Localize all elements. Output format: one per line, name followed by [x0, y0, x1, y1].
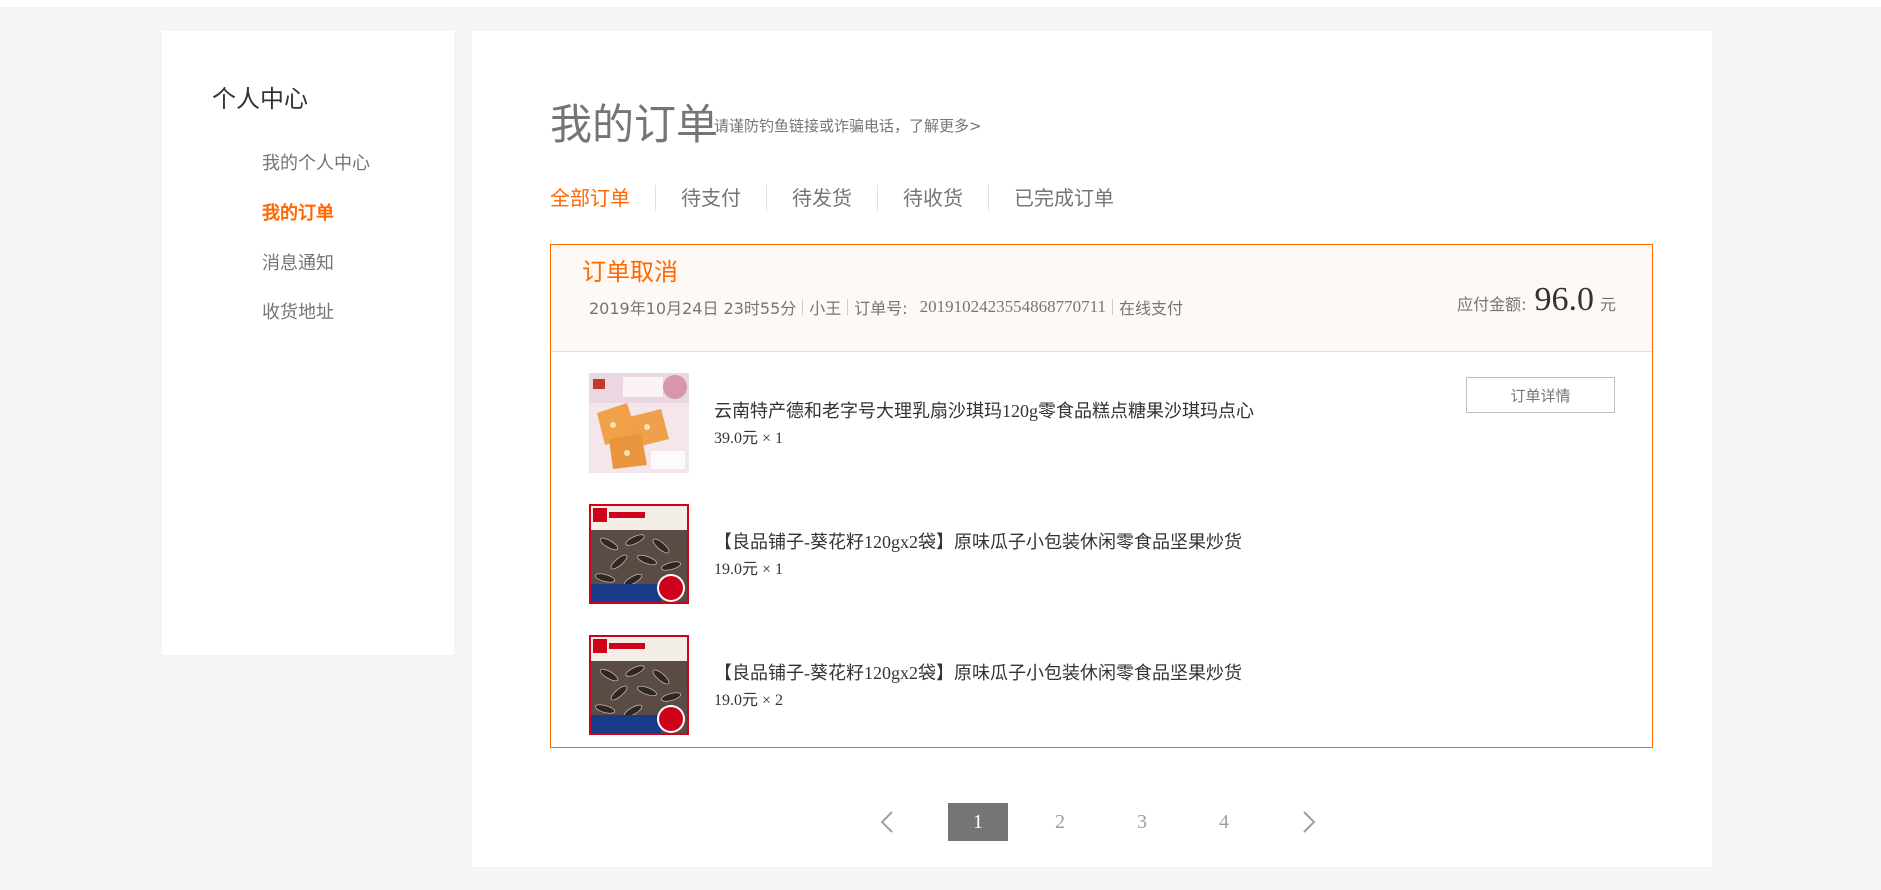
order-header: 订单取消 2019年10月24日 23时55分 小王 订单号: 20191024…: [551, 245, 1652, 352]
item-name[interactable]: 【良品铺子-葵花籽120gx2袋】原味瓜子小包装休闲零食品坚果炒货: [714, 528, 1242, 554]
amount-value: 96.0: [1534, 281, 1594, 318]
order-date: 2019年10月24日 23时55分: [589, 299, 797, 318]
item-price: 19.0元 × 2: [714, 692, 784, 709]
chevron-left-icon[interactable]: [872, 803, 902, 841]
sunflower-seeds-thumb[interactable]: [589, 504, 689, 604]
divider: [847, 299, 849, 315]
order-tabs: 全部订单 待支付 待发货 待收货 已完成订单: [550, 183, 1139, 213]
sidebar-item-orders[interactable]: 我的订单: [262, 199, 334, 225]
item-price: 39.0元 × 1: [714, 430, 784, 447]
sidebar-item-notifications[interactable]: 消息通知: [262, 249, 334, 275]
main-content: 我的订单 请谨防钓鱼链接或诈骗电话，了解更多> 全部订单 待支付 待发货 待收货…: [472, 31, 1712, 867]
sidebar-title: 个人中心: [212, 85, 308, 113]
page-title: 我的订单: [550, 100, 719, 149]
order-number: 201910242355486877071​1: [919, 297, 1107, 316]
sidebar-item-addresses[interactable]: 收货地址: [262, 298, 334, 324]
order-meta: 2019年10月24日 23时55分 小王 订单号: 2019102423554…: [589, 295, 1183, 319]
divider: [1112, 299, 1114, 315]
tab-all-orders[interactable]: 全部订单: [550, 185, 655, 211]
order-amount: 应付金额: 96.0 元: [1457, 281, 1616, 319]
item-name[interactable]: 【良品铺子-葵花籽120gx2袋】原味瓜子小包装休闲零食品坚果炒货: [714, 659, 1242, 685]
sunflower-seeds-thumb[interactable]: [589, 635, 689, 735]
order-item: 【良品铺子-葵花籽120gx2袋】原味瓜子小包装休闲零食品坚果炒货 19.0元 …: [589, 504, 1489, 604]
page-3[interactable]: 3: [1112, 803, 1172, 841]
tab-pending-receipt[interactable]: 待收货: [877, 185, 988, 211]
page-2[interactable]: 2: [1030, 803, 1090, 841]
tab-pending-payment[interactable]: 待支付: [655, 185, 766, 211]
order-item: 云南特产德和老字号大理乳扇沙琪玛120g零食品糕点糖果沙琪玛点心 39.0元 ×…: [589, 373, 1489, 473]
item-name[interactable]: 云南特产德和老字号大理乳扇沙琪玛120g零食品糕点糖果沙琪玛点心: [714, 397, 1254, 423]
amount-unit: 元: [1599, 295, 1616, 314]
item-price: 19.0元 × 1: [714, 561, 784, 578]
order-payment-method: 在线支付: [1119, 299, 1184, 318]
page-4[interactable]: 4: [1194, 803, 1254, 841]
top-strip: [0, 0, 1881, 7]
amount-label: 应付金额:: [1457, 295, 1527, 314]
order-status: 订单取消: [582, 258, 678, 286]
sidebar: 个人中心 我的个人中心 我的订单 消息通知 收货地址: [162, 31, 454, 655]
divider: [802, 299, 804, 315]
chevron-right-icon[interactable]: [1294, 803, 1324, 841]
tab-completed[interactable]: 已完成订单: [988, 185, 1139, 211]
sidebar-item-profile[interactable]: 我的个人中心: [262, 149, 370, 175]
order-card: 订单取消 2019年10月24日 23时55分 小王 订单号: 20191024…: [550, 244, 1653, 748]
anti-fraud-link[interactable]: 请谨防钓鱼链接或诈骗电话，了解更多>: [714, 115, 982, 136]
order-item: 【良品铺子-葵花籽120gx2袋】原味瓜子小包装休闲零食品坚果炒货 19.0元 …: [589, 635, 1489, 735]
page-1[interactable]: 1: [948, 803, 1008, 841]
order-number-label: 订单号:: [854, 299, 908, 318]
order-customer: 小王: [809, 299, 842, 318]
tab-pending-shipment[interactable]: 待发货: [766, 185, 877, 211]
sachima-thumb[interactable]: [589, 373, 689, 473]
